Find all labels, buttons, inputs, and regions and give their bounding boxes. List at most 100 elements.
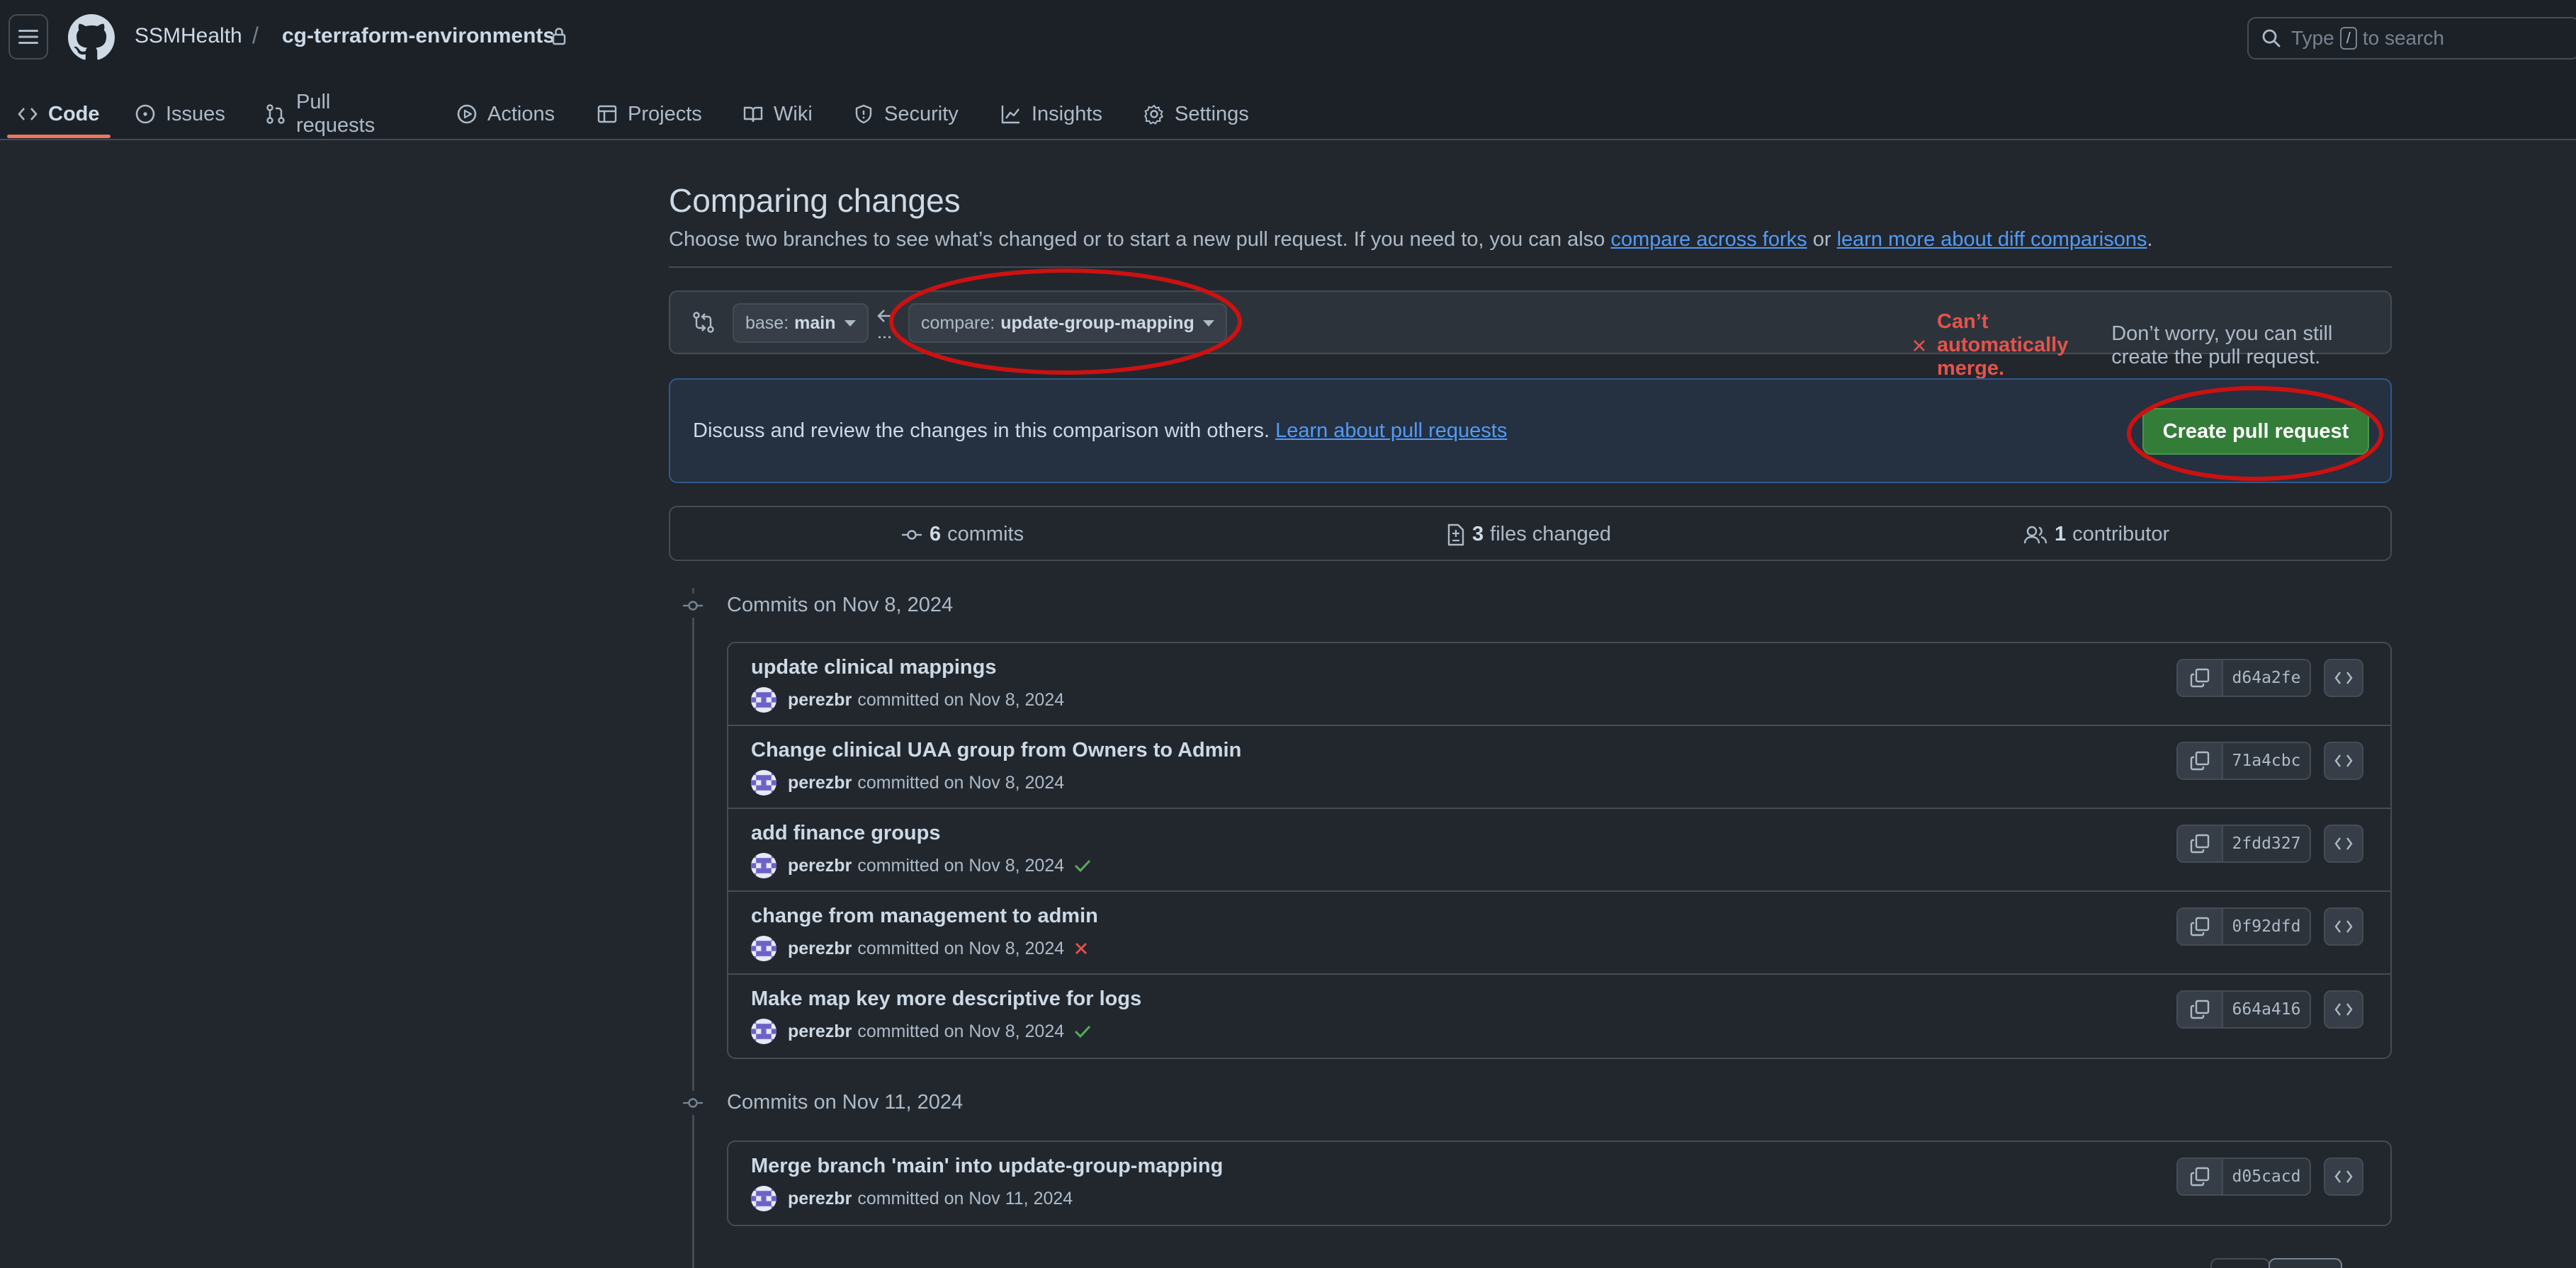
contributors-label: contributor [2072,523,2170,545]
commit-sha-link[interactable]: 664a416 [2223,992,2310,1027]
tab-wiki[interactable]: Wiki [742,89,813,139]
commit-sha-link[interactable]: d64a2fe [2223,660,2310,696]
commit-sha-link[interactable]: 0f92dfd [2223,909,2310,944]
check-icon[interactable] [1073,1023,1092,1040]
commit-message[interactable]: update clinical mappings [751,656,996,679]
commit-group-title: Commits on Nov 8, 2024 [727,594,954,616]
commit-message[interactable]: Make map key more descriptive for logs [751,987,1141,1011]
avatar[interactable] [751,1186,776,1211]
browse-repo-button[interactable] [2324,825,2363,863]
merge-status: Can’t automatically merge. Don’t worry, … [1911,310,2390,380]
browse-repo-button[interactable] [2324,659,2363,697]
browse-repo-button[interactable] [2324,1157,2363,1196]
graph-icon [1000,103,1032,125]
commit-date: committed on Nov 8, 2024 [857,938,1065,958]
copy-sha-button[interactable] [2178,743,2223,779]
commit-sha-link[interactable]: 2fdd327 [2223,826,2310,861]
git-pull-request-icon [265,103,296,125]
commit-row: add finance groups perezbr committed on … [728,809,2390,892]
tab-label: Issues [166,102,225,125]
base-prefix: base: [745,312,789,333]
view-toggle-button[interactable] [2269,1258,2342,1268]
book-icon [742,103,774,125]
sha-button-group: d05cacd [2176,1157,2311,1196]
arrow-left-icon [876,307,894,343]
learn-pull-requests-link[interactable]: Learn about pull requests [1275,419,1507,442]
commit-actions: 2fdd327 [2176,825,2363,863]
timeline-line [692,588,694,1268]
commit-date: committed on Nov 8, 2024 [857,689,1065,710]
commit-row: Make map key more descriptive for logs p… [728,975,2390,1058]
repo-owner-link[interactable]: SSMHealth [135,24,242,48]
tab-actions[interactable]: Actions [456,89,555,139]
browse-repo-button[interactable] [2324,990,2363,1029]
tab-insights[interactable]: Insights [1000,89,1102,139]
divider [669,266,2392,268]
repo-name-link[interactable]: cg-terraform-environments [282,24,555,48]
menu-button[interactable] [9,14,48,60]
copy-sha-button[interactable] [2178,1159,2223,1194]
code-icon [2334,752,2354,769]
compare-branch-select[interactable]: compare: update-group-mapping [908,303,1227,343]
browse-repo-button[interactable] [2324,907,2363,946]
commit-author[interactable]: perezbr [788,773,852,793]
tab-code[interactable]: Code [17,89,100,139]
learn-diff-comparisons-link[interactable]: learn more about diff comparisons [1837,228,2147,251]
commit-row: change from management to admin perezbr … [728,892,2390,975]
copy-sha-button[interactable] [2178,909,2223,944]
app-header: SSMHealth / cg-terraform-environments Ty… [0,0,2576,140]
github-logo-icon[interactable] [68,14,115,61]
x-icon[interactable] [1073,940,1090,957]
page: SSMHealth / cg-terraform-environments Ty… [0,0,2576,1268]
avatar[interactable] [751,853,776,878]
create-pull-request-button[interactable]: Create pull request [2142,408,2369,455]
commit-author[interactable]: perezbr [788,690,852,711]
tab-projects[interactable]: Projects [597,89,702,139]
caret-down-icon [844,319,856,327]
active-tab-indicator [7,135,111,138]
commit-author[interactable]: perezbr [788,939,852,959]
commit-author[interactable]: perezbr [788,856,852,876]
commit-sha-link[interactable]: 71a4cbc [2223,743,2310,779]
commit-actions: d05cacd [2176,1157,2363,1196]
commits-stat[interactable]: 6 commits [901,523,1024,546]
avatar[interactable] [751,770,776,796]
tab-security[interactable]: Security [853,89,959,139]
compare-branch: update-group-mapping [1000,312,1194,333]
search-input[interactable]: Type / to search [2247,17,2576,60]
code-icon [2334,1168,2354,1185]
sha-button-group: 664a416 [2176,990,2311,1029]
commit-sha-link[interactable]: d05cacd [2223,1159,2310,1194]
files-label: files changed [1490,523,1612,545]
copy-sha-button[interactable] [2178,660,2223,696]
commit-message[interactable]: change from management to admin [751,905,1098,928]
contributors-stat[interactable]: 1 contributor [2023,523,2169,546]
tab-pull-requests[interactable]: Pull requests [265,89,375,139]
commit-author[interactable]: perezbr [788,1021,852,1042]
avatar[interactable] [751,1019,776,1044]
commit-actions: 0f92dfd [2176,907,2363,946]
tab-label: Actions [487,102,555,125]
commit-message[interactable]: add finance groups [751,822,940,845]
view-toggle-button[interactable] [2210,1258,2270,1268]
commit-date: committed on Nov 11, 2024 [857,1188,1073,1208]
compare-across-forks-link[interactable]: compare across forks [1610,228,1807,251]
files-changed-stat[interactable]: 3 files changed [1447,523,1611,546]
avatar[interactable] [751,687,776,713]
commit-message[interactable]: Merge branch 'main' into update-group-ma… [751,1155,1223,1178]
commit-list: update clinical mappings perezbr committ… [727,642,2392,1059]
tab-issues[interactable]: Issues [135,89,225,139]
avatar[interactable] [751,936,776,961]
copy-sha-button[interactable] [2178,992,2223,1027]
commit-author[interactable]: perezbr [788,1189,852,1209]
commit-row: Change clinical UAA group from Owners to… [728,726,2390,809]
base-branch-select[interactable]: base: main [733,303,869,343]
check-icon[interactable] [1073,857,1092,874]
tab-label: Projects [628,102,702,125]
copy-sha-button[interactable] [2178,826,2223,861]
tab-settings[interactable]: Settings [1143,89,1249,139]
sha-button-group: d64a2fe [2176,659,2311,697]
commit-message[interactable]: Change clinical UAA group from Owners to… [751,739,1241,762]
browse-repo-button[interactable] [2324,742,2363,780]
subtitle-period: . [2147,228,2153,251]
